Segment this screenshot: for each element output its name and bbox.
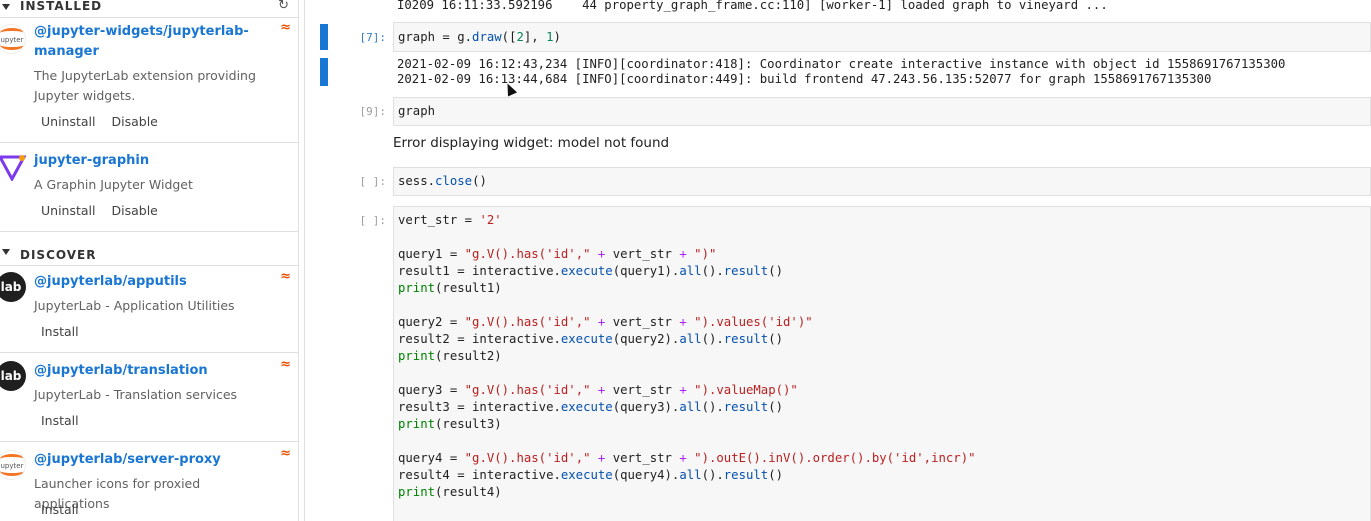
extension-item: jupyter @jupyterlab/server-proxy Launche… xyxy=(0,442,298,521)
extension-item: lab @jupyterlab/translation JupyterLab -… xyxy=(0,353,298,442)
output-collapser[interactable] xyxy=(320,58,328,86)
code-cell[interactable]: [ ]: vert_str = '2' query1 = "g.V().has(… xyxy=(306,206,1371,521)
update-available-icon: ≈ xyxy=(280,20,291,35)
extension-item: lab @jupyterlab/apputils JupyterLab - Ap… xyxy=(0,266,298,353)
jupyterlab-logo-icon: lab xyxy=(0,361,26,391)
cell-output: I0209 16:11:33.592196 44 property_graph_… xyxy=(397,0,1108,12)
refresh-icon[interactable]: ↻ xyxy=(278,0,289,13)
disable-button[interactable]: Disable xyxy=(112,114,158,129)
jupyter-logo-icon: jupyter xyxy=(0,24,26,54)
discover-section-label: DISCOVER xyxy=(20,248,97,262)
extension-name-link[interactable]: @jupyterlab/translation xyxy=(34,361,264,381)
install-button[interactable]: Install xyxy=(41,413,79,428)
installed-section-header[interactable]: INSTALLED ↻ xyxy=(0,0,298,18)
extension-name-link[interactable]: @jupyterlab/server-proxy xyxy=(34,450,264,470)
code-cell[interactable]: [9]: graph Error displaying widget: mode… xyxy=(306,97,1371,157)
panel-splitter[interactable] xyxy=(299,0,305,521)
install-button[interactable]: Install xyxy=(41,324,79,339)
extension-item: jupyter @jupyter-widgets/jupyterlab-mana… xyxy=(0,18,298,143)
input-prompt: [ ]: xyxy=(359,175,387,188)
jupyter-logo-icon: jupyter xyxy=(0,450,26,480)
extension-name-link[interactable]: @jupyter-widgets/jupyterlab-manager xyxy=(34,22,264,62)
installed-section-label: INSTALLED xyxy=(20,0,103,13)
uninstall-button[interactable]: Uninstall xyxy=(41,203,96,218)
extension-manager-panel: INSTALLED ↻ jupyter @jupyter-widgets/jup… xyxy=(0,0,299,521)
extension-description: JupyterLab - Application Utilities xyxy=(34,298,235,313)
discover-section-header[interactable]: DISCOVER xyxy=(0,240,298,266)
cell-output: 2021-02-09 16:12:43,234 [INFO][coordinat… xyxy=(397,57,1286,86)
update-available-icon: ≈ xyxy=(280,357,291,372)
jupyterlab-logo-icon: lab xyxy=(0,272,26,302)
extension-description: The JupyterLab extension providing Jupyte… xyxy=(34,68,256,103)
code-editor[interactable]: sess.close() xyxy=(393,167,1371,196)
widget-error-output: Error displaying widget: model not found xyxy=(393,135,670,151)
collapse-caret-icon[interactable] xyxy=(2,4,10,10)
extension-item: jupyter-graphin A Graphin Jupyter Widget… xyxy=(0,143,298,232)
code-cell[interactable]: [7]: graph = g.draw([2], 1) 2021-02-09 1… xyxy=(306,22,1371,92)
graphin-logo-icon xyxy=(0,151,28,183)
input-prompt: [9]: xyxy=(359,105,387,118)
code-editor[interactable]: graph = g.draw([2], 1) xyxy=(393,22,1371,52)
install-button[interactable]: Install xyxy=(41,502,79,517)
update-available-icon: ≈ xyxy=(280,269,291,284)
code-editor[interactable]: graph xyxy=(393,97,1371,126)
extension-description: A Graphin Jupyter Widget xyxy=(34,177,193,192)
extension-name-link[interactable]: @jupyterlab/apputils xyxy=(34,272,264,292)
collapse-caret-icon[interactable] xyxy=(2,249,10,255)
code-editor[interactable]: vert_str = '2' query1 = "g.V().has('id',… xyxy=(393,206,1371,521)
input-prompt: [ ]: xyxy=(359,214,387,227)
extension-name-link[interactable]: jupyter-graphin xyxy=(34,151,264,171)
code-cell[interactable]: [ ]: sess.close() xyxy=(306,167,1371,197)
uninstall-button[interactable]: Uninstall xyxy=(41,114,96,129)
extension-description: JupyterLab - Translation services xyxy=(34,387,238,402)
disable-button[interactable]: Disable xyxy=(112,203,158,218)
input-prompt: [7]: xyxy=(359,31,387,44)
notebook-panel: I0209 16:11:33.592196 44 property_graph_… xyxy=(306,0,1371,521)
update-available-icon: ≈ xyxy=(280,446,291,461)
